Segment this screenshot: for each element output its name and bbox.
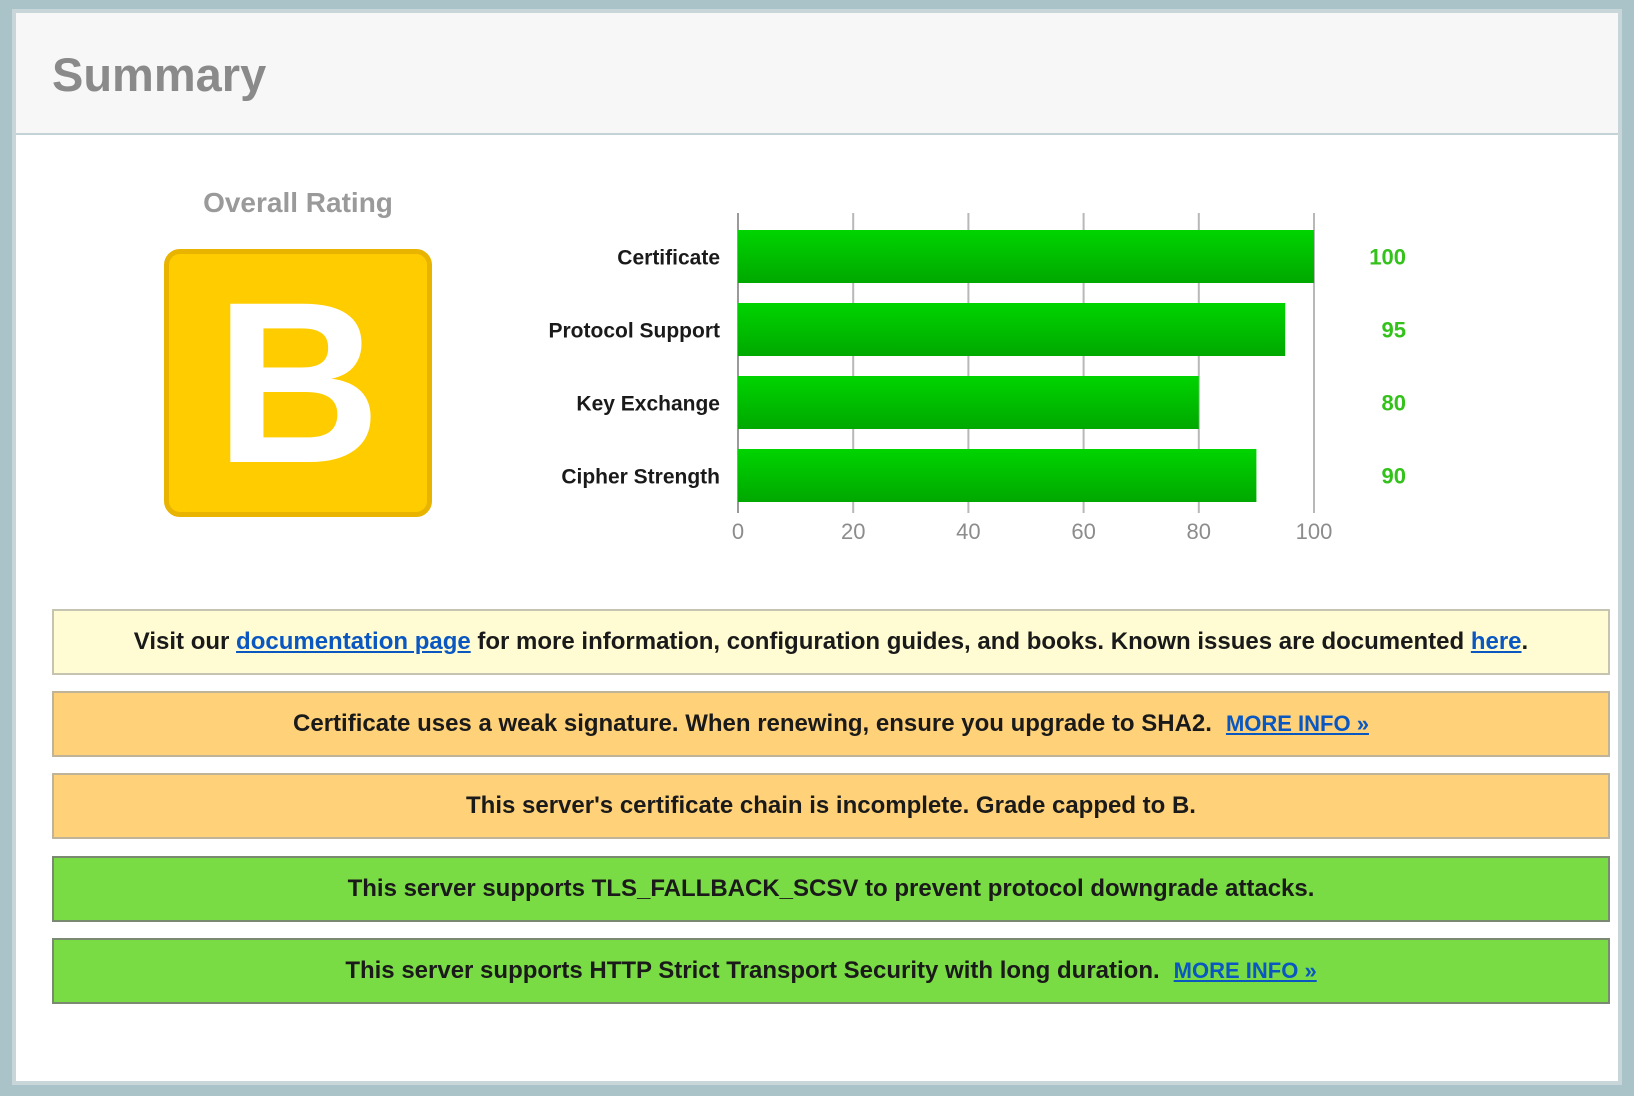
bar — [738, 449, 1257, 502]
x-tick-label: 60 — [1071, 519, 1095, 544]
value-label: 100 — [1369, 245, 1406, 270]
notice-text: This server supports TLS_FALLBACK_SCSV t… — [347, 875, 1315, 902]
value-label: 95 — [1382, 318, 1406, 343]
notice-weak-signature: Certificate uses a weak signature. When … — [52, 691, 1610, 757]
page-title: Summary — [52, 48, 267, 101]
chart-svg: 0 20 40 60 80 100 Certificate 100 Protocol Suppo… — [549, 213, 1406, 544]
category-label: Protocol Support — [549, 320, 721, 343]
notice-hsts: This server supports HTTP Strict Transpo… — [52, 938, 1610, 1004]
known-issues-link[interactable]: here — [1471, 628, 1522, 656]
x-tick-label: 80 — [1187, 519, 1211, 544]
notice-text: Certificate uses a weak signature. When … — [293, 710, 1212, 737]
category-label: Key Exchange — [576, 393, 720, 416]
notice-chain-incomplete: This server's certificate chain is incom… — [52, 773, 1610, 839]
bar — [738, 230, 1314, 283]
summary-header: Summary — [16, 13, 1618, 135]
x-tick-label: 0 — [732, 519, 744, 544]
value-label: 80 — [1382, 391, 1406, 416]
grade-letter: B — [214, 254, 382, 511]
notice-text: . — [1521, 628, 1529, 655]
grade-badge: B — [164, 249, 432, 517]
notice-text: This server's certificate chain is incom… — [466, 792, 1196, 819]
more-info-link-sha2[interactable]: MORE INFO » — [1226, 711, 1369, 737]
documentation-page-link[interactable]: documentation page — [236, 628, 471, 656]
notice-text: Visit our — [133, 628, 237, 655]
category-label: Cipher Strength — [561, 466, 720, 489]
more-info-link-hsts[interactable]: MORE INFO » — [1174, 958, 1317, 984]
value-label: 90 — [1382, 464, 1406, 489]
x-tick-label: 40 — [956, 519, 980, 544]
rating-breakdown-chart: 0 20 40 60 80 100 Certificate 100 Protocol Suppo… — [526, 213, 1486, 583]
notice-text: for more information, configuration guid… — [470, 628, 1471, 655]
notice-text: This server supports HTTP Strict Transpo… — [345, 957, 1160, 984]
category-label: Certificate — [617, 247, 720, 270]
bar — [738, 376, 1199, 429]
notice-tls-fallback: This server supports TLS_FALLBACK_SCSV t… — [52, 856, 1610, 922]
bar — [738, 303, 1286, 356]
x-tick-label: 20 — [841, 519, 865, 544]
notice-documentation: Visit our documentation page for more in… — [52, 609, 1610, 675]
summary-panel: Summary Overall Rating B 0 20 40 60 80 100 Cer… — [12, 9, 1622, 1085]
overall-rating-label: Overall Rating — [203, 187, 393, 218]
x-tick-label: 100 — [1296, 519, 1333, 544]
